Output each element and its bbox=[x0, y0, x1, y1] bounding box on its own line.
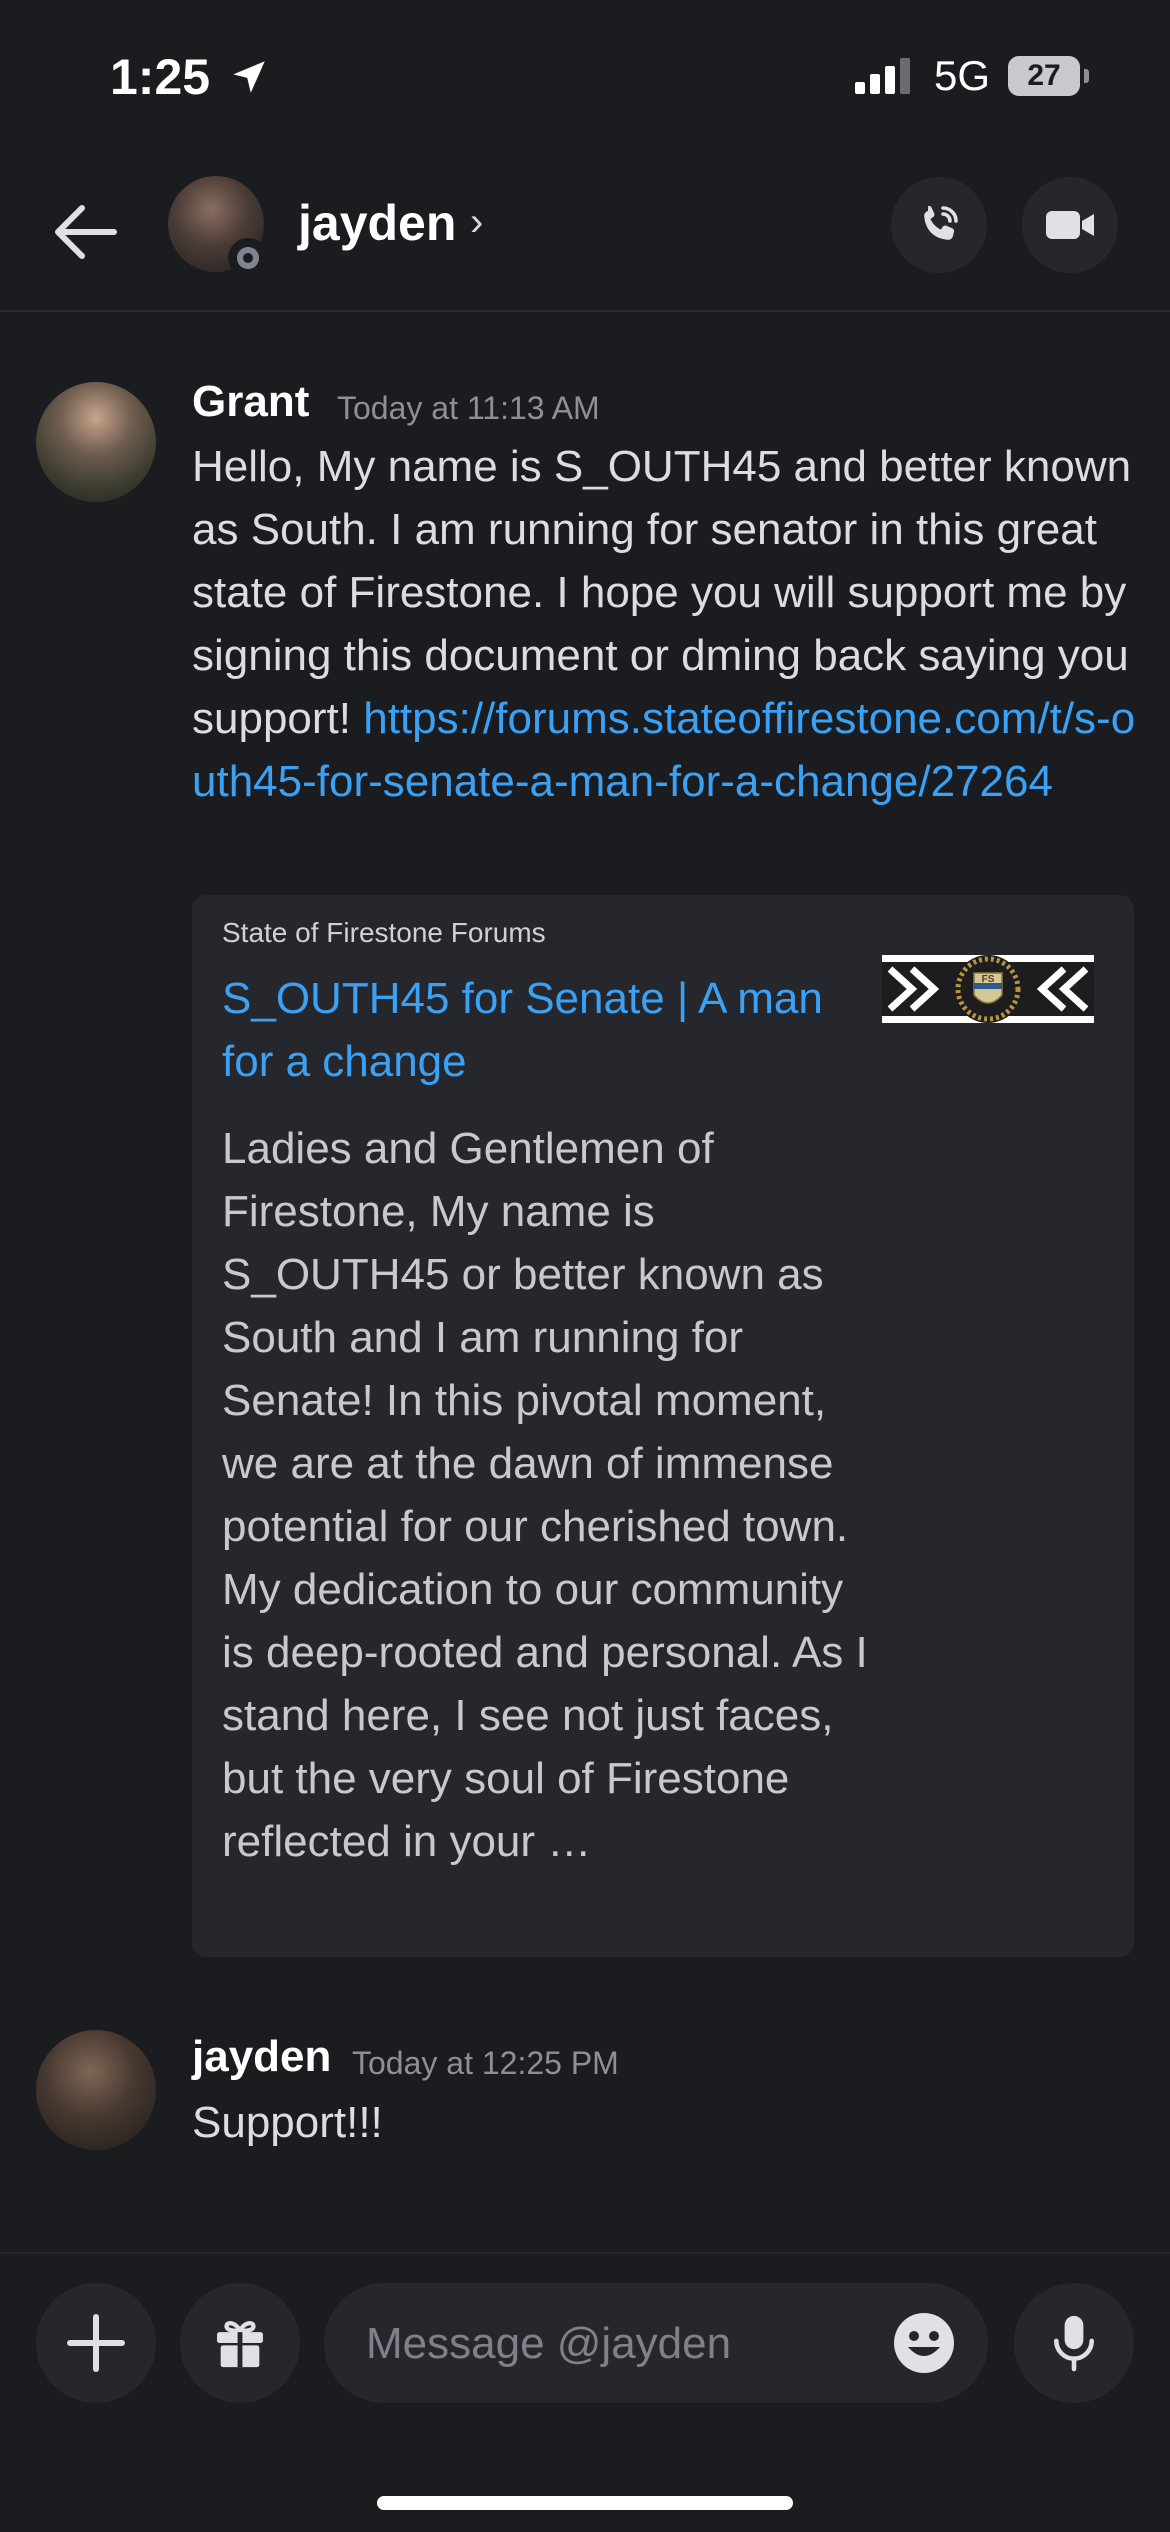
voice-call-button[interactable] bbox=[891, 177, 987, 273]
message-input[interactable] bbox=[364, 2283, 848, 2405]
gift-icon bbox=[217, 2321, 263, 2368]
voice-message-button[interactable] bbox=[1014, 2283, 1134, 2403]
dm-header: jayden › bbox=[0, 150, 1170, 312]
status-time: 1:25 bbox=[110, 49, 211, 105]
network-type: 5G bbox=[934, 52, 991, 99]
emoji-icon[interactable] bbox=[892, 2311, 956, 2375]
link-embed[interactable]: State of Firestone Forums S_OUTH45 for S… bbox=[192, 895, 1134, 1957]
message-timestamp: Today at 12:25 PM bbox=[352, 2045, 619, 2081]
add-attachment-button[interactable] bbox=[36, 2283, 156, 2403]
message-author[interactable]: Grant bbox=[192, 377, 309, 427]
message-text: Hello, My name is S_OUTH45 and better kn… bbox=[192, 435, 1142, 813]
avatar[interactable] bbox=[36, 382, 156, 502]
message-timestamp: Today at 11:13 AM bbox=[337, 390, 600, 426]
embed-thumbnail[interactable]: FS bbox=[882, 955, 1094, 1023]
battery-icon: 27 bbox=[1008, 56, 1080, 96]
home-indicator bbox=[377, 2496, 793, 2510]
video-camera-icon bbox=[1046, 211, 1094, 239]
message-text: Support!!! bbox=[192, 2098, 383, 2147]
recipient-name[interactable]: jayden bbox=[298, 194, 456, 252]
message-author[interactable]: jayden bbox=[192, 2032, 331, 2082]
offline-status-icon bbox=[228, 238, 268, 278]
embed-title[interactable]: S_OUTH45 for Senate | A man for a change bbox=[222, 967, 862, 1093]
embed-provider[interactable]: State of Firestone Forums bbox=[222, 917, 546, 949]
microphone-icon bbox=[1054, 2315, 1094, 2372]
phone-call-icon bbox=[924, 205, 958, 240]
chevron-right-icon[interactable]: › bbox=[470, 200, 483, 245]
gift-button[interactable] bbox=[180, 2283, 300, 2403]
message-input-container[interactable] bbox=[324, 2283, 988, 2405]
video-call-button[interactable] bbox=[1022, 177, 1118, 273]
back-arrow-icon[interactable] bbox=[52, 202, 118, 262]
thumbnail-text: FS bbox=[982, 974, 995, 985]
signal-bars-icon bbox=[855, 58, 910, 94]
divider bbox=[0, 2252, 1170, 2254]
embed-description: Ladies and Gentlemen of Firestone, My na… bbox=[222, 1124, 868, 1866]
avatar[interactable] bbox=[36, 2030, 156, 2150]
status-bar: 1:25 5G 27 bbox=[0, 0, 1170, 150]
location-arrow-icon bbox=[233, 61, 265, 93]
battery-nub bbox=[1084, 69, 1089, 83]
plus-icon bbox=[67, 2314, 125, 2372]
